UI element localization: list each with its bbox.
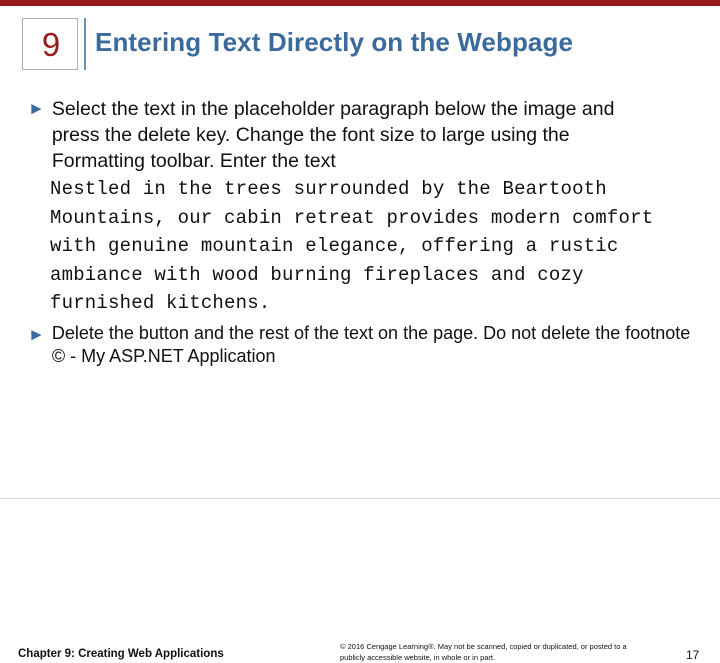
footer-copyright: © 2016 Cengage Learning®. May not be sca… xyxy=(340,642,627,662)
slide-body: ► Select the text in the placeholder par… xyxy=(28,96,698,368)
chapter-number-box: 9 xyxy=(22,18,78,70)
footer-chapter-label: Chapter 9: Creating Web Applications xyxy=(18,648,224,660)
bullet-text-2: Delete the button and the rest of the te… xyxy=(51,322,691,366)
bullet-item-1: ► Select the text in the placeholder par… xyxy=(28,96,698,174)
bullet-arrow-icon: ► xyxy=(28,99,45,118)
bullet-item-2: ► Delete the button and the rest of the … xyxy=(28,322,698,368)
title-divider xyxy=(84,18,86,70)
page-title: Entering Text Directly on the Webpage xyxy=(95,27,574,57)
bullet-text-1: Select the text in the placeholder parag… xyxy=(51,98,615,172)
chapter-number: 9 xyxy=(41,26,61,63)
top-accent-bar xyxy=(0,0,720,6)
footer-divider xyxy=(0,498,720,499)
bullet-arrow-icon: ► xyxy=(28,324,45,344)
slide: 9 Entering Text Directly on the Webpage … xyxy=(0,0,720,662)
footer-page-number: 17 xyxy=(686,648,700,662)
sample-text-block: Nestled in the trees surrounded by the B… xyxy=(50,178,654,314)
